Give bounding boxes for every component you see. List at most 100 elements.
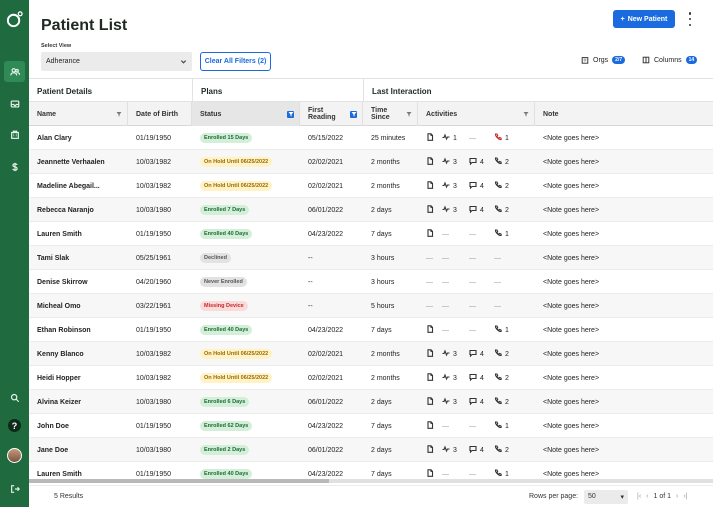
note-cell[interactable]: <Note goes here> bbox=[535, 294, 713, 318]
sidebar-item-search[interactable] bbox=[4, 387, 25, 408]
sidebar-item-logout[interactable] bbox=[4, 478, 25, 499]
table-row[interactable]: Tami Slak 05/25/1961 Declined -- 3 hours — — — —… bbox=[29, 246, 713, 270]
filter-icon[interactable] bbox=[406, 111, 412, 117]
sidebar-item-billing[interactable] bbox=[4, 156, 25, 177]
activity-vitals[interactable]: 3 bbox=[442, 342, 457, 366]
activity-calls[interactable]: — bbox=[494, 294, 501, 318]
activity-vitals[interactable]: 3 bbox=[442, 150, 457, 174]
activity-document[interactable] bbox=[426, 414, 434, 438]
filter-icon[interactable] bbox=[523, 111, 529, 117]
filter-active-icon[interactable] bbox=[287, 110, 294, 118]
activity-vitals[interactable]: 3 bbox=[442, 438, 457, 462]
new-patient-button[interactable]: + New Patient bbox=[613, 10, 675, 28]
table-row[interactable]: Jane Doe 10/03/1980 Enrolled 2 Days 06/01/2… bbox=[29, 438, 713, 462]
activity-vitals[interactable]: — bbox=[442, 294, 449, 318]
activity-document[interactable] bbox=[426, 318, 434, 342]
activity-messages[interactable]: — bbox=[469, 246, 476, 270]
table-row[interactable]: Heidi Hopper 10/03/1982 On Hold Until 06/2… bbox=[29, 366, 713, 390]
activity-document[interactable]: — bbox=[426, 246, 433, 270]
column-header-first-reading[interactable]: First Reading bbox=[300, 102, 363, 126]
patient-name[interactable]: John Doe bbox=[29, 414, 128, 438]
note-cell[interactable]: <Note goes here> bbox=[535, 366, 713, 390]
patient-name[interactable]: Tami Slak bbox=[29, 246, 128, 270]
patient-name[interactable]: Ethan Robinson bbox=[29, 318, 128, 342]
activity-calls[interactable]: — bbox=[494, 270, 501, 294]
activity-messages[interactable]: 4 bbox=[469, 150, 484, 174]
patient-name[interactable]: Denise Skirrow bbox=[29, 270, 128, 294]
activity-messages[interactable]: — bbox=[469, 414, 476, 438]
activity-calls[interactable]: 1 bbox=[494, 126, 509, 150]
patient-name[interactable]: Jane Doe bbox=[29, 438, 128, 462]
activity-calls[interactable]: 2 bbox=[494, 366, 509, 390]
activity-document[interactable] bbox=[426, 342, 434, 366]
activity-calls[interactable]: 2 bbox=[494, 390, 509, 414]
activity-messages[interactable]: 4 bbox=[469, 342, 484, 366]
table-row[interactable]: Denise Skirrow 04/20/1960 Never Enrolled --… bbox=[29, 270, 713, 294]
activity-messages[interactable]: 4 bbox=[469, 438, 484, 462]
activity-document[interactable] bbox=[426, 126, 434, 150]
activity-vitals[interactable]: — bbox=[442, 270, 449, 294]
activity-vitals[interactable]: — bbox=[442, 318, 449, 342]
activity-messages[interactable]: — bbox=[469, 270, 476, 294]
more-options-icon[interactable] bbox=[686, 12, 694, 26]
rows-per-page-select[interactable]: 50 ▾ bbox=[584, 489, 629, 504]
column-header-time-since[interactable]: Time Since bbox=[363, 102, 418, 126]
activity-vitals[interactable]: — bbox=[442, 246, 449, 270]
filter-active-icon[interactable] bbox=[350, 110, 357, 118]
table-row[interactable]: Madeline Abegail... 10/03/1982 On Hold Unt… bbox=[29, 174, 713, 198]
note-cell[interactable]: <Note goes here> bbox=[535, 414, 713, 438]
activity-document[interactable] bbox=[426, 438, 434, 462]
note-cell[interactable]: <Note goes here> bbox=[535, 126, 713, 150]
patient-name[interactable]: Alvina Keizer bbox=[29, 390, 128, 414]
sidebar-item-help[interactable]: ? bbox=[4, 415, 25, 436]
activity-vitals[interactable]: — bbox=[442, 414, 449, 438]
table-row[interactable]: John Doe 01/19/1950 Enrolled 62 Days 04/23/… bbox=[29, 414, 713, 438]
prev-page-icon[interactable]: ‹ bbox=[646, 493, 648, 500]
patient-name[interactable]: Kenny Blanco bbox=[29, 342, 128, 366]
sidebar-item-patients[interactable] bbox=[4, 61, 25, 82]
activity-vitals[interactable]: 3 bbox=[442, 366, 457, 390]
orgs-button[interactable]: Orgs 2/7 bbox=[581, 56, 626, 64]
note-cell[interactable]: <Note goes here> bbox=[535, 222, 713, 246]
filter-icon[interactable] bbox=[116, 111, 122, 117]
activity-document[interactable] bbox=[426, 366, 434, 390]
scrollbar-thumb[interactable] bbox=[29, 479, 329, 483]
activity-vitals[interactable]: — bbox=[442, 222, 449, 246]
activity-vitals[interactable]: 3 bbox=[442, 198, 457, 222]
activity-messages[interactable]: — bbox=[469, 294, 476, 318]
activity-calls[interactable]: 1 bbox=[494, 414, 509, 438]
activity-document[interactable] bbox=[426, 390, 434, 414]
activity-messages[interactable]: 4 bbox=[469, 390, 484, 414]
columns-button[interactable]: Columns 14 bbox=[642, 56, 698, 64]
next-page-icon[interactable]: › bbox=[676, 493, 678, 500]
table-row[interactable]: Alvina Keizer 10/03/1980 Enrolled 6 Days 06… bbox=[29, 390, 713, 414]
note-cell[interactable]: <Note goes here> bbox=[535, 390, 713, 414]
sidebar-item-profile[interactable] bbox=[4, 445, 25, 466]
activity-calls[interactable]: 2 bbox=[494, 342, 509, 366]
activity-calls[interactable]: 2 bbox=[494, 150, 509, 174]
sidebar-item-organizations[interactable] bbox=[4, 124, 25, 145]
activity-messages[interactable]: — bbox=[469, 318, 476, 342]
table-row[interactable]: Rebecca Naranjo 10/03/1980 Enrolled 7 Days… bbox=[29, 198, 713, 222]
table-row[interactable]: Micheal Omo 03/22/1961 Missing Device -- 5 h… bbox=[29, 294, 713, 318]
column-header-dob[interactable]: Date of Birth bbox=[128, 102, 192, 126]
note-cell[interactable]: <Note goes here> bbox=[535, 318, 713, 342]
patient-name[interactable]: Rebecca Naranjo bbox=[29, 198, 128, 222]
note-cell[interactable]: <Note goes here> bbox=[535, 342, 713, 366]
activity-messages[interactable]: — bbox=[469, 126, 476, 150]
table-row[interactable]: Alan Clary 01/19/1950 Enrolled 15 Days 05/1… bbox=[29, 126, 713, 150]
note-cell[interactable]: <Note goes here> bbox=[535, 150, 713, 174]
activity-messages[interactable]: 4 bbox=[469, 198, 484, 222]
activity-calls[interactable]: 1 bbox=[494, 318, 509, 342]
column-header-activities[interactable]: Activities bbox=[418, 102, 535, 126]
column-header-note[interactable]: Note bbox=[535, 102, 713, 126]
activity-messages[interactable]: — bbox=[469, 222, 476, 246]
view-select[interactable]: Adherance bbox=[41, 52, 192, 71]
activity-vitals[interactable]: 3 bbox=[442, 390, 457, 414]
sidebar-item-inbox[interactable] bbox=[4, 93, 25, 114]
activity-calls[interactable]: 2 bbox=[494, 198, 509, 222]
activity-calls[interactable]: — bbox=[494, 246, 501, 270]
activity-vitals[interactable]: 3 bbox=[442, 174, 457, 198]
app-logo-icon[interactable] bbox=[5, 10, 24, 29]
activity-calls[interactable]: 2 bbox=[494, 438, 509, 462]
